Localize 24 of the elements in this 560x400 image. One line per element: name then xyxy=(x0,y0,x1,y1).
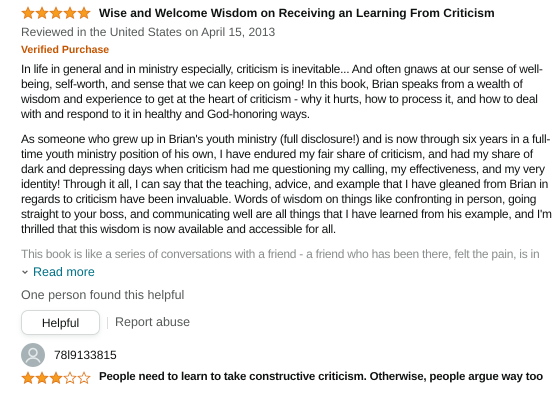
read-more-link[interactable]: Read more xyxy=(21,262,95,282)
filled-star-icon xyxy=(35,370,49,385)
report-abuse-link[interactable]: Report abuse xyxy=(115,313,190,332)
empty-star-icon xyxy=(63,370,77,385)
verified-purchase-label: Verified Purchase xyxy=(21,43,110,58)
review-date: Reviewed in the United States on April 15, 2013 xyxy=(21,24,276,41)
filled-star-icon xyxy=(21,6,35,20)
filled-star-icon xyxy=(35,6,49,20)
filled-star-icon xyxy=(49,370,63,385)
review-paragraph: In life in general and in ministry especially, criticism is inevitable... And often gnaws at our sense of well-being, self-worth, and sense that we can keep on going! In this book, Brian speaks from a wealth of wisdom and experience to get at the heart of criticism - why it hurts, how to process it, and how to deal with and respond to it in healthy and God-honoring ways. xyxy=(21,62,544,122)
filled-star-icon xyxy=(21,370,35,385)
filled-star-icon xyxy=(49,6,63,20)
chevron-down-icon xyxy=(21,268,29,276)
review-paragraph: This book is like a series of conversations with a friend - a friend who has been there, felt the pain, is in xyxy=(21,246,540,262)
avatar-icon xyxy=(21,343,45,368)
review-title[interactable]: Wise and Welcome Wisdom on Receiving an Learning From Criticism xyxy=(99,4,495,22)
reviewer-name: 78l9133815 xyxy=(54,347,117,364)
review-title[interactable]: People need to learn to take constructive criticism. Otherwise, people argue way too xyxy=(99,369,543,386)
review-paragraph: As someone who grew up in Brian's youth ministry (full disclosure!) and is now through six years in a full-time youth ministry position of his own, I have endured my fair share of criticism, and had my share of dark and depressing days when criticism had me questioning my calling, my effectiveness, and my very identity! Through it all, I can say that the teaching, advice, and example that I have gleaned from Brian in regards to criticism have been invaluable. Words of wisdom on things like confronting in person, going straight to your boss, and communicating well are all things that I have learned from his example, and I'm thrilled that this wisdom is now available and accessible for all. xyxy=(21,132,553,237)
filled-star-icon xyxy=(77,6,91,20)
empty-star-icon xyxy=(77,370,91,385)
filled-star-icon xyxy=(63,6,77,20)
helpful-count: One person found this helpful xyxy=(21,286,186,304)
helpful-button[interactable]: Helpful xyxy=(21,310,100,336)
